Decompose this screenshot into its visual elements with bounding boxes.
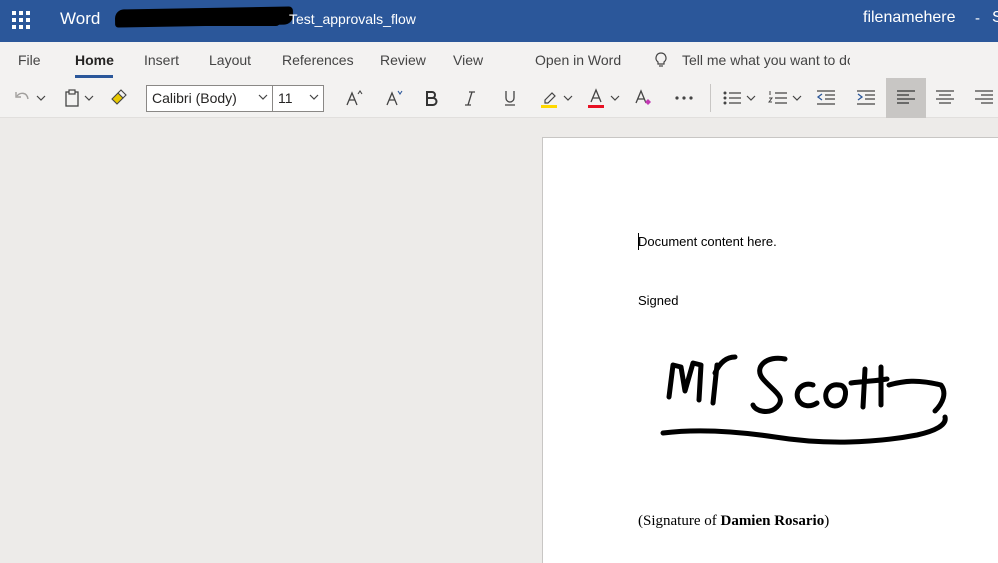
chevron-down-icon — [84, 95, 94, 101]
signature-caption[interactable]: (Signature of Damien Rosario) — [638, 513, 829, 530]
title-bar: Word Test_approvals_flow filenamehere - … — [0, 0, 998, 42]
bold-icon — [426, 91, 438, 106]
bullets-dropdown[interactable] — [744, 78, 758, 118]
undo-button[interactable] — [10, 78, 34, 118]
redacted-path-tail — [160, 18, 280, 26]
format-painter-button[interactable] — [106, 78, 130, 118]
save-status-text: S — [992, 9, 998, 26]
font-color-dropdown[interactable] — [608, 78, 622, 118]
document-paragraph-1[interactable]: Document content here. — [638, 234, 777, 249]
highlight-button[interactable] — [537, 78, 561, 118]
chevron-down-icon — [746, 95, 756, 101]
increase-indent-icon — [857, 90, 875, 105]
word-online-window: Word Test_approvals_flow filenamehere - … — [0, 0, 998, 563]
underline-button[interactable] — [497, 78, 523, 118]
numbering-dropdown[interactable] — [790, 78, 804, 118]
highlight-dropdown[interactable] — [561, 78, 575, 118]
tab-references[interactable]: References — [282, 52, 354, 68]
chevron-down-icon — [309, 94, 319, 100]
signature-prefix: (Signature of — [638, 513, 721, 529]
align-right-icon — [975, 90, 993, 104]
file-name[interactable]: filenamehere — [863, 9, 956, 27]
text-cursor — [638, 233, 639, 250]
tab-view[interactable]: View — [453, 52, 483, 68]
signature-image-text: Mr Scott — [805, 393, 813, 396]
numbered-list-icon — [768, 91, 787, 104]
align-left-icon — [897, 90, 915, 104]
font-size-select[interactable]: 11 — [273, 85, 324, 112]
app-launcher-icon[interactable] — [12, 11, 30, 29]
decrease-indent-icon — [816, 90, 835, 105]
chevron-down-icon — [258, 94, 268, 100]
tab-home[interactable]: Home — [75, 52, 114, 68]
open-in-word-button[interactable]: Open in Word — [535, 52, 621, 68]
undo-dropdown[interactable] — [34, 78, 48, 118]
clipboard-icon — [65, 89, 79, 107]
align-center-icon — [936, 90, 954, 104]
italic-button[interactable] — [457, 78, 483, 118]
bullets-button[interactable] — [720, 78, 744, 118]
chevron-down-icon — [792, 95, 802, 101]
clear-formatting-icon — [635, 89, 651, 105]
clear-formatting-button[interactable] — [630, 78, 656, 118]
align-center-button[interactable] — [932, 78, 958, 118]
signature-image[interactable]: Mr Scott — [655, 345, 950, 450]
chevron-down-icon — [610, 95, 620, 101]
align-left-button[interactable] — [886, 78, 926, 118]
signature-suffix: ) — [824, 513, 830, 529]
decrease-indent-button[interactable] — [813, 78, 839, 118]
shrink-font-icon — [386, 90, 403, 106]
more-icon — [675, 96, 693, 100]
more-options-button[interactable] — [670, 78, 698, 118]
chevron-down-icon — [36, 95, 46, 101]
signer-name: Damien Rosario — [720, 513, 825, 529]
underline-icon — [505, 91, 515, 106]
font-name-select[interactable]: Calibri (Body) — [146, 85, 273, 112]
tab-layout[interactable]: Layout — [209, 52, 251, 68]
lightbulb-icon — [655, 52, 667, 67]
signed-label[interactable]: Signed — [638, 293, 678, 308]
undo-icon — [15, 92, 29, 100]
font-name-value: Calibri (Body) — [152, 90, 237, 106]
increase-indent-button[interactable] — [853, 78, 879, 118]
grow-font-icon — [346, 90, 363, 106]
align-right-button[interactable] — [972, 78, 996, 118]
numbering-button[interactable] — [766, 78, 790, 118]
bullet-list-icon — [723, 91, 741, 105]
highlighter-icon — [541, 92, 557, 108]
grow-font-button[interactable] — [340, 78, 368, 118]
chevron-down-icon — [563, 95, 573, 101]
tab-file[interactable]: File — [18, 52, 41, 68]
font-color-button[interactable] — [584, 78, 608, 118]
format-painter-icon — [111, 89, 127, 105]
title-separator: - — [975, 10, 980, 27]
document-title[interactable]: Test_approvals_flow — [289, 11, 416, 27]
tab-review[interactable]: Review — [380, 52, 426, 68]
font-size-value: 11 — [278, 90, 293, 106]
shrink-font-button[interactable] — [380, 78, 408, 118]
tab-insert[interactable]: Insert — [144, 52, 179, 68]
bold-button[interactable] — [418, 78, 444, 118]
toolbar-divider — [710, 84, 711, 112]
font-color-icon — [588, 88, 604, 108]
italic-icon — [465, 91, 475, 106]
tell-me-search-input[interactable]: Tell me what you want to do — [682, 52, 850, 68]
paste-button[interactable] — [62, 78, 82, 118]
app-name[interactable]: Word — [60, 9, 100, 29]
paste-dropdown[interactable] — [82, 78, 96, 118]
